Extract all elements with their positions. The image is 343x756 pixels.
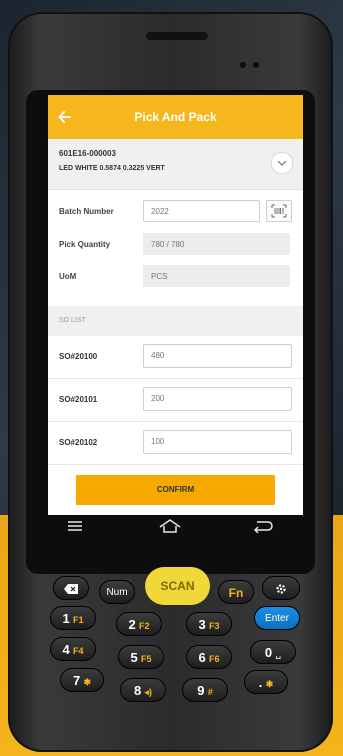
so-quantity-input[interactable]: 100 bbox=[143, 430, 292, 454]
key-3[interactable]: 3 F3 bbox=[186, 612, 232, 636]
pick-quantity-field: 780 / 780 bbox=[143, 233, 290, 255]
dot-key[interactable]: . ✱ bbox=[244, 670, 288, 694]
app-bar: Pick And Pack bbox=[48, 95, 303, 139]
so-number: SO#20100 bbox=[59, 352, 98, 361]
barcode-scan-icon[interactable] bbox=[266, 200, 292, 222]
so-number: SO#20101 bbox=[59, 395, 98, 404]
so-quantity-input[interactable]: 480 bbox=[143, 344, 292, 368]
fn-key[interactable]: Fn bbox=[218, 580, 254, 604]
backspace-key[interactable] bbox=[53, 576, 89, 600]
scan-key[interactable]: SCAN bbox=[145, 567, 210, 605]
key-0[interactable]: 0 ␣ bbox=[250, 640, 296, 664]
app-screen: Pick And Pack 601E16-000003 LED WHITE 0.… bbox=[48, 95, 303, 515]
so-row: SO#20102 100 bbox=[48, 422, 303, 465]
item-description: LED WHITE 0.5874 0.3225 VERT bbox=[59, 165, 165, 172]
item-header: 601E16-000003 LED WHITE 0.5874 0.3225 VE… bbox=[48, 139, 303, 190]
front-camera bbox=[253, 62, 259, 68]
key-6[interactable]: 6 F6 bbox=[186, 645, 232, 669]
page-title: Pick And Pack bbox=[134, 110, 217, 124]
key-8[interactable]: 8 ◂) bbox=[120, 678, 166, 702]
so-list-title: SO LIST bbox=[59, 317, 86, 324]
batch-number-label: Batch Number bbox=[59, 207, 114, 216]
item-code: 601E16-000003 bbox=[59, 149, 116, 158]
key-7[interactable]: 7 ✱ bbox=[60, 668, 104, 692]
so-number: SO#20102 bbox=[59, 438, 98, 447]
key-1[interactable]: 1 F1 bbox=[50, 606, 96, 630]
num-key[interactable]: Num bbox=[99, 580, 135, 604]
so-list-header: SO LIST bbox=[48, 306, 303, 336]
back-icon[interactable] bbox=[252, 517, 274, 540]
so-row: SO#20101 200 bbox=[48, 379, 303, 422]
chevron-down-icon[interactable] bbox=[271, 152, 293, 174]
key-9[interactable]: 9 # bbox=[182, 678, 228, 702]
home-icon[interactable] bbox=[158, 517, 182, 540]
proximity-sensor bbox=[240, 62, 246, 68]
android-nav-bar bbox=[30, 515, 305, 547]
key-2[interactable]: 2 F2 bbox=[116, 612, 162, 636]
key-4[interactable]: 4 F4 bbox=[50, 637, 96, 661]
earpiece-speaker bbox=[146, 32, 208, 40]
batch-number-input[interactable]: 2022 bbox=[143, 200, 260, 222]
menu-icon[interactable] bbox=[66, 517, 84, 540]
so-quantity-input[interactable]: 200 bbox=[143, 387, 292, 411]
settings-key[interactable] bbox=[262, 576, 300, 600]
pick-form: Batch Number 2022 Pick Quantity 780 / 78… bbox=[48, 190, 303, 306]
uom-label: UoM bbox=[59, 272, 77, 281]
so-row: SO#20100 480 bbox=[48, 336, 303, 379]
uom-field: PCS bbox=[143, 265, 290, 287]
confirm-button[interactable]: CONFIRM bbox=[76, 475, 275, 505]
key-5[interactable]: 5 F5 bbox=[118, 645, 164, 669]
enter-key[interactable]: Enter bbox=[254, 606, 300, 630]
pick-quantity-label: Pick Quantity bbox=[59, 240, 111, 249]
